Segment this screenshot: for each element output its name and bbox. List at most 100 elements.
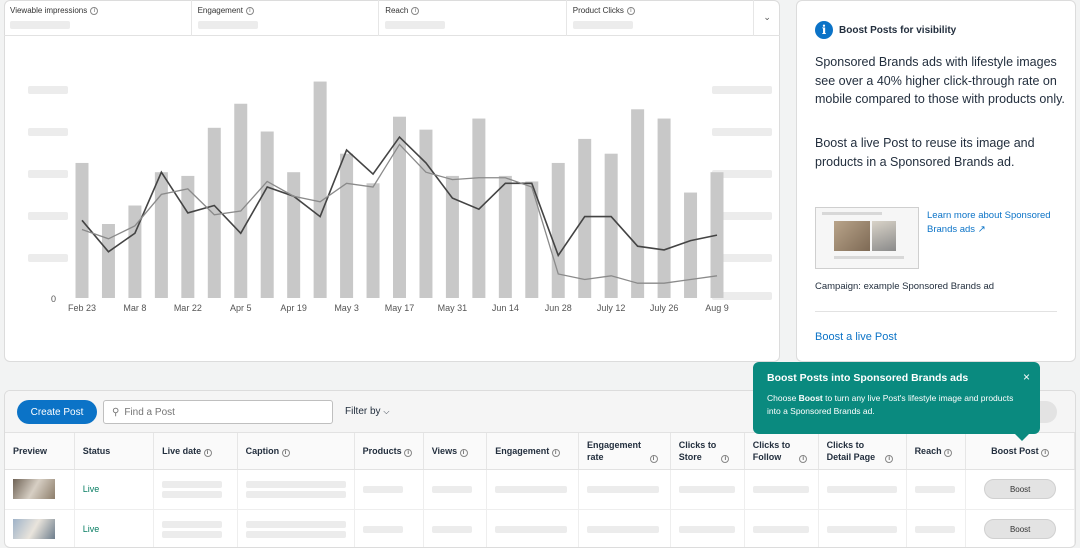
boost-tooltip-popover: Boost Posts into Sponsored Brands ads Ch… bbox=[753, 362, 1040, 441]
y-axis-label-placeholder bbox=[28, 170, 68, 178]
y-axis-label-placeholder bbox=[28, 212, 68, 220]
placeholder-cell bbox=[578, 469, 671, 510]
boost-info-paragraph-2: Boost a live Post to reuse its image and… bbox=[815, 136, 1035, 169]
divider bbox=[815, 311, 1057, 312]
x-tick-label: Jun 14 bbox=[492, 303, 519, 313]
y2-axis-label-placeholder bbox=[712, 128, 772, 136]
status-cell: Live bbox=[74, 469, 155, 510]
search-input[interactable] bbox=[124, 406, 325, 418]
y2-axis-label-placeholder bbox=[712, 86, 772, 94]
info-icon: i bbox=[404, 448, 413, 457]
placeholder-cell bbox=[237, 469, 355, 510]
placeholder-cell bbox=[906, 509, 967, 547]
chart-bar bbox=[154, 172, 168, 298]
chevron-down-icon: ⌵ bbox=[383, 407, 390, 416]
status-badge: Live bbox=[82, 524, 100, 534]
popover-body: Choose Boost to turn any live Post's lif… bbox=[767, 393, 1014, 416]
boost-info-title: Boost Posts for visibility bbox=[839, 24, 957, 36]
chart-bar bbox=[340, 153, 354, 298]
column-header[interactable]: Products i bbox=[354, 433, 424, 470]
placeholder-cell bbox=[906, 469, 967, 510]
column-header[interactable]: Engagement rate i bbox=[578, 433, 671, 470]
performance-chart: 0 Feb 23 Mar 8 Mar 22 Apr 5 Apr 19 May 3 May 17… bbox=[28, 81, 772, 313]
table-row[interactable]: Live Boost bbox=[5, 469, 1075, 510]
table-row[interactable]: Live Boost bbox=[5, 509, 1075, 547]
chart-bar bbox=[181, 175, 195, 298]
info-icon: i bbox=[203, 448, 212, 457]
chart-bar bbox=[207, 127, 221, 298]
boost-button[interactable]: Boost bbox=[984, 479, 1057, 499]
chart-bar bbox=[657, 118, 671, 298]
boost-info-header: i Boost Posts for visibility bbox=[815, 21, 956, 39]
placeholder-cell bbox=[423, 469, 488, 510]
metric-tab-viewable-impressions[interactable]: Viewable impressions i bbox=[4, 0, 192, 36]
chart-bar bbox=[287, 172, 301, 298]
status-badge: Live bbox=[82, 484, 100, 494]
info-icon: i bbox=[459, 448, 468, 457]
metric-value-placeholder bbox=[385, 21, 446, 29]
x-tick-label: Mar 22 bbox=[174, 303, 202, 313]
metric-label: Reach bbox=[385, 6, 409, 15]
metric-tab-reach[interactable]: Reach i bbox=[379, 0, 567, 36]
column-header[interactable]: Caption i bbox=[237, 433, 355, 470]
create-post-button[interactable]: Create Post bbox=[17, 400, 97, 424]
metric-value-placeholder bbox=[10, 21, 70, 29]
info-icon[interactable]: i bbox=[90, 6, 99, 15]
column-header[interactable]: Clicks to Detail Page i bbox=[818, 433, 907, 470]
metric-tab-engagement[interactable]: Engagement i bbox=[192, 0, 380, 36]
y-axis-label-placeholder bbox=[28, 86, 68, 94]
preview-cell[interactable] bbox=[5, 469, 75, 510]
chart-bar bbox=[631, 109, 645, 298]
chart-bar bbox=[234, 103, 248, 298]
placeholder-cell bbox=[486, 469, 580, 510]
column-header[interactable]: Reach i bbox=[906, 433, 967, 470]
close-icon[interactable]: × bbox=[1023, 370, 1030, 384]
learn-more-link[interactable]: Learn more about Sponsored Brands ads ↗ bbox=[927, 209, 1062, 237]
external-link-icon: ↗ bbox=[977, 224, 986, 235]
placeholder-cell bbox=[744, 469, 819, 510]
chart-bar bbox=[684, 192, 698, 298]
placeholder-cell bbox=[818, 509, 907, 547]
metric-value-placeholder bbox=[572, 21, 633, 29]
column-header[interactable]: Engagement i bbox=[486, 433, 580, 470]
metric-tab-product-clicks[interactable]: Product Clicks i bbox=[567, 0, 755, 36]
search-box[interactable]: ⚲ bbox=[103, 400, 333, 424]
info-icon: i bbox=[281, 448, 290, 457]
placeholder-cell bbox=[354, 469, 424, 510]
boost-live-post-link[interactable]: Boost a live Post bbox=[815, 331, 897, 343]
column-header: Preview bbox=[5, 433, 75, 470]
info-icon: i bbox=[944, 448, 953, 457]
preview-cell[interactable] bbox=[5, 509, 75, 547]
column-header[interactable]: Live date i bbox=[153, 433, 238, 470]
y-axis-label-placeholder bbox=[28, 128, 68, 136]
search-icon: ⚲ bbox=[112, 406, 120, 418]
column-header[interactable]: Clicks to Store i bbox=[670, 433, 745, 470]
x-tick-label: Jun 28 bbox=[545, 303, 572, 313]
placeholder-cell bbox=[354, 509, 424, 547]
metric-value-placeholder bbox=[197, 21, 258, 29]
filter-by-dropdown[interactable]: Filter by ⌵ bbox=[345, 406, 389, 417]
chevron-down-icon[interactable]: ⌄ bbox=[754, 0, 780, 35]
table-header-row: Preview Status Live date i Caption i Pro… bbox=[5, 433, 1075, 470]
metric-label: Product Clicks bbox=[572, 6, 624, 15]
column-header[interactable]: Views i bbox=[423, 433, 488, 470]
column-header[interactable]: Clicks to Follow i bbox=[744, 433, 819, 470]
info-icon: i bbox=[815, 21, 833, 39]
boost-button[interactable]: Boost bbox=[984, 519, 1057, 539]
x-tick-label: July 26 bbox=[650, 303, 679, 313]
post-preview-image[interactable] bbox=[13, 479, 55, 499]
example-ad-thumbnail[interactable] bbox=[815, 207, 919, 269]
placeholder-cell bbox=[670, 469, 745, 510]
post-preview-image[interactable] bbox=[13, 519, 55, 539]
x-tick-label: Aug 9 bbox=[705, 303, 729, 313]
chart-bar bbox=[101, 224, 115, 298]
x-tick-label: Feb 23 bbox=[68, 303, 96, 313]
boost-cell: Boost bbox=[965, 469, 1075, 510]
x-tick-label: Apr 5 bbox=[230, 303, 252, 313]
info-icon[interactable]: i bbox=[411, 6, 420, 15]
chart-bar bbox=[578, 138, 592, 298]
placeholder-cell bbox=[578, 509, 671, 547]
info-icon[interactable]: i bbox=[245, 6, 254, 15]
chart-bar bbox=[366, 183, 380, 298]
info-icon[interactable]: i bbox=[626, 6, 635, 15]
